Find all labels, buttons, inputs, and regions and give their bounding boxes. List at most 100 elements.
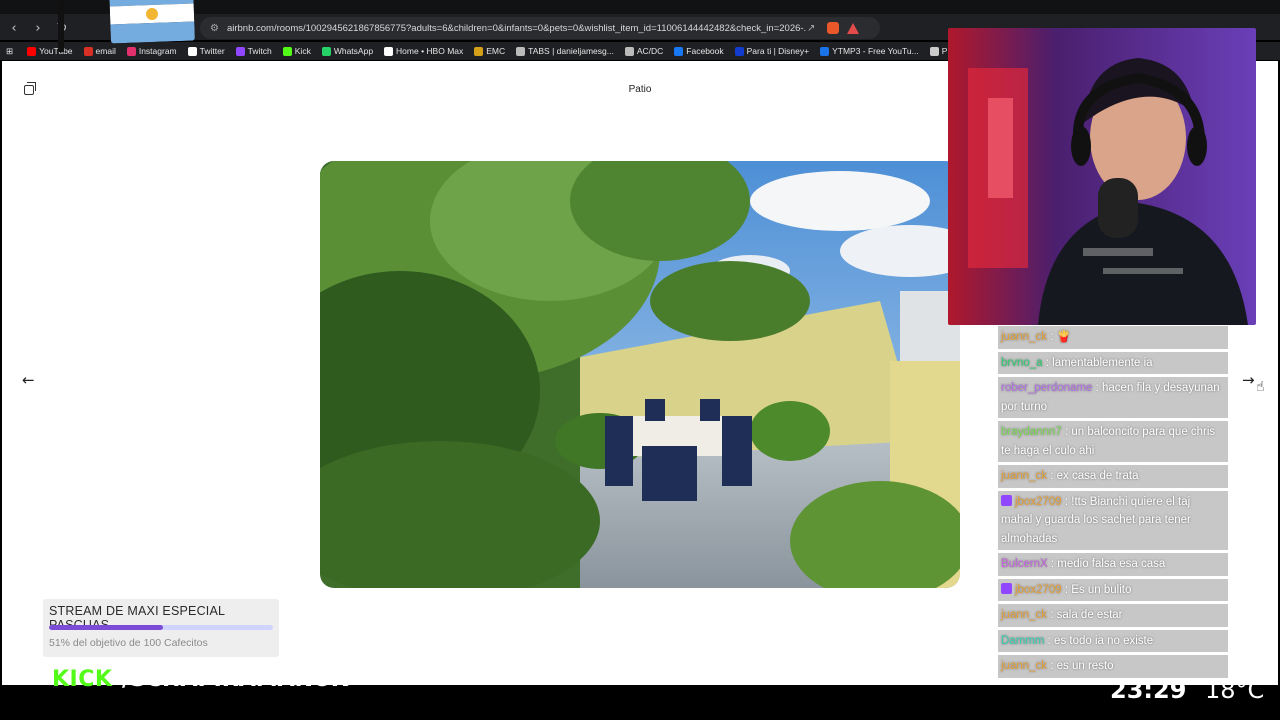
bookmark-label: WhatsApp bbox=[333, 46, 374, 56]
chat-username: BulcernX bbox=[1001, 558, 1048, 570]
chat-username: rober_perdoname bbox=[1001, 382, 1093, 394]
chat-username: brvno_a bbox=[1001, 356, 1043, 369]
chat-message: Dammm : es todo ia no existe bbox=[998, 629, 1228, 652]
chat-text: ex casa de trata bbox=[1056, 470, 1139, 482]
bookmark-item[interactable]: Twitch bbox=[235, 46, 272, 56]
webcam-feed bbox=[948, 28, 1256, 325]
channel-handle: /SCHAPIRAMANUK bbox=[122, 667, 348, 692]
patio-photo[interactable] bbox=[320, 161, 960, 588]
chat-separator: : bbox=[1047, 609, 1057, 621]
apps-grid-icon[interactable]: ⊞ bbox=[6, 46, 13, 57]
bookmark-favicon-icon bbox=[474, 46, 484, 56]
patio-image bbox=[320, 161, 960, 588]
bookmark-favicon-icon bbox=[126, 46, 136, 56]
bookmark-label: email bbox=[95, 46, 116, 56]
bookmark-item[interactable]: P bbox=[929, 46, 947, 56]
bookmark-favicon-icon bbox=[734, 46, 744, 56]
argentina-flag bbox=[109, 0, 195, 44]
chat-text: Es un bulito bbox=[1071, 583, 1132, 596]
bookmark-favicon-icon bbox=[235, 46, 245, 56]
forward-icon[interactable]: › bbox=[28, 18, 48, 38]
bookmark-item[interactable]: Facebook bbox=[674, 46, 724, 56]
brave-shield-icon[interactable] bbox=[827, 22, 840, 34]
bookmark-item[interactable]: AC/DC bbox=[624, 46, 663, 56]
chat-separator: : bbox=[1047, 558, 1058, 570]
chat-separator: : bbox=[1092, 382, 1103, 394]
chat-text: es un resto bbox=[1056, 660, 1114, 672]
chat-separator: : bbox=[1061, 583, 1072, 596]
chat-username: juann_ck bbox=[1001, 331, 1048, 343]
donation-goal-widget: STREAM DE MAXI ESPECIAL PASCUAS 51% del … bbox=[43, 599, 279, 657]
bookmark-favicon-icon bbox=[384, 46, 394, 56]
chat-message: rober_perdoname : hacen fila y desayunan… bbox=[998, 377, 1228, 418]
bookmark-item[interactable]: YTMP3 - Free YouTu... bbox=[820, 46, 919, 56]
chat-separator: : bbox=[1061, 426, 1072, 438]
warning-icon[interactable] bbox=[847, 22, 860, 34]
bookmark-item[interactable]: YouTube bbox=[27, 46, 73, 56]
goal-progress-track bbox=[49, 625, 273, 630]
chat-text: 🍟 bbox=[1056, 331, 1071, 343]
bookmark-item[interactable]: Kick bbox=[282, 46, 311, 56]
bookmark-label: Home • HBO Max bbox=[396, 46, 464, 56]
address-bar[interactable]: ⚙ airbnb.com/rooms/1002945621867856775?a… bbox=[200, 17, 880, 39]
chat-message: juann_ck : 🍟 bbox=[998, 326, 1228, 349]
bookmark-item[interactable]: TABS | danieljamesg... bbox=[516, 46, 614, 56]
bookmark-label: Twitch bbox=[247, 46, 272, 56]
bookmark-label: Para ti | Disney+ bbox=[746, 46, 810, 56]
chat-separator: : bbox=[1047, 331, 1057, 343]
chat-username: jbox2709 bbox=[1015, 583, 1062, 596]
chat-overlay: juann_ck : 🍟 brvno_a : lamentablemente ia… bbox=[998, 326, 1228, 681]
subscriber-badge-icon bbox=[1001, 494, 1012, 506]
chat-message: juann_ck : sala de estar bbox=[998, 604, 1228, 627]
chat-text: medio falsa esa casa bbox=[1057, 558, 1166, 570]
stream-frame: ‹ › ↻ ▯ ⚙ airbnb.com/rooms/1002945621867… bbox=[0, 0, 1280, 720]
bookmark-item[interactable]: EMC bbox=[474, 46, 505, 56]
bookmark-label: Facebook bbox=[686, 46, 724, 56]
clock: 23:29 bbox=[1110, 676, 1187, 704]
chat-username: juann_ck bbox=[1001, 470, 1048, 482]
goal-subtitle: 51% del objetivo de 100 Cafecitos bbox=[49, 637, 208, 649]
bookmark-item[interactable]: email bbox=[83, 46, 116, 56]
bookmark-favicon-icon bbox=[282, 46, 292, 56]
bookmark-favicon-icon bbox=[27, 46, 37, 56]
bookmark-favicon-icon bbox=[321, 46, 331, 56]
next-arrow-icon[interactable]: → bbox=[1242, 371, 1255, 389]
chat-message: jbox2709 : Es un bulito bbox=[998, 578, 1228, 601]
chat-message: braydannn7 : un balconcito para que chri… bbox=[998, 421, 1228, 462]
bookmark-label: Kick bbox=[294, 46, 311, 56]
bookmark-label: YTMP3 - Free YouTu... bbox=[832, 46, 919, 56]
hand-cursor-icon: ☝ bbox=[1256, 379, 1265, 395]
bookmark-favicon-icon bbox=[187, 46, 197, 56]
chat-separator: : bbox=[1061, 495, 1072, 508]
chat-text: lamentablemente ia bbox=[1052, 356, 1153, 369]
bookmark-item[interactable]: Home • HBO Max bbox=[384, 46, 463, 56]
bookmark-item[interactable]: Twitter bbox=[187, 46, 225, 56]
bookmark-label: YouTube bbox=[39, 46, 73, 56]
chat-text: es todo ia no existe bbox=[1054, 634, 1154, 647]
chat-message: BulcernX : medio falsa esa casa bbox=[998, 553, 1228, 576]
temperature: 18°C bbox=[1205, 676, 1265, 704]
bookmark-favicon-icon bbox=[516, 46, 526, 56]
kick-logo: KICK bbox=[52, 667, 113, 692]
share-icon[interactable]: ↗ bbox=[807, 23, 815, 34]
chat-message: jbox2709 : !tts Bianchi quiere el taj ma… bbox=[998, 490, 1228, 550]
goal-progress-fill bbox=[49, 625, 164, 630]
bookmark-label: Instagram bbox=[138, 46, 177, 56]
chat-separator: : bbox=[1047, 470, 1057, 482]
chat-username: jbox2709 bbox=[1015, 495, 1062, 508]
chat-username: juann_ck bbox=[1001, 609, 1048, 621]
url-text[interactable]: airbnb.com/rooms/1002945621867856775?adu… bbox=[227, 23, 807, 34]
chat-message: brvno_a : lamentablemente ia bbox=[998, 351, 1228, 374]
chat-separator: : bbox=[1042, 356, 1053, 369]
bookmark-label: EMC bbox=[486, 46, 506, 56]
microphone-stand bbox=[58, 0, 64, 52]
bookmark-label: Twitter bbox=[199, 46, 225, 56]
previous-arrow-icon[interactable]: ← bbox=[22, 371, 35, 389]
subscriber-badge-icon bbox=[1001, 582, 1012, 594]
bookmark-item[interactable]: Para ti | Disney+ bbox=[734, 46, 810, 56]
bookmark-item[interactable]: Instagram bbox=[126, 46, 177, 56]
site-info-icon[interactable]: ⚙ bbox=[210, 23, 219, 34]
back-icon[interactable]: ‹ bbox=[4, 18, 24, 38]
chat-username: juann_ck bbox=[1001, 660, 1048, 672]
bookmark-item[interactable]: WhatsApp bbox=[321, 46, 374, 56]
